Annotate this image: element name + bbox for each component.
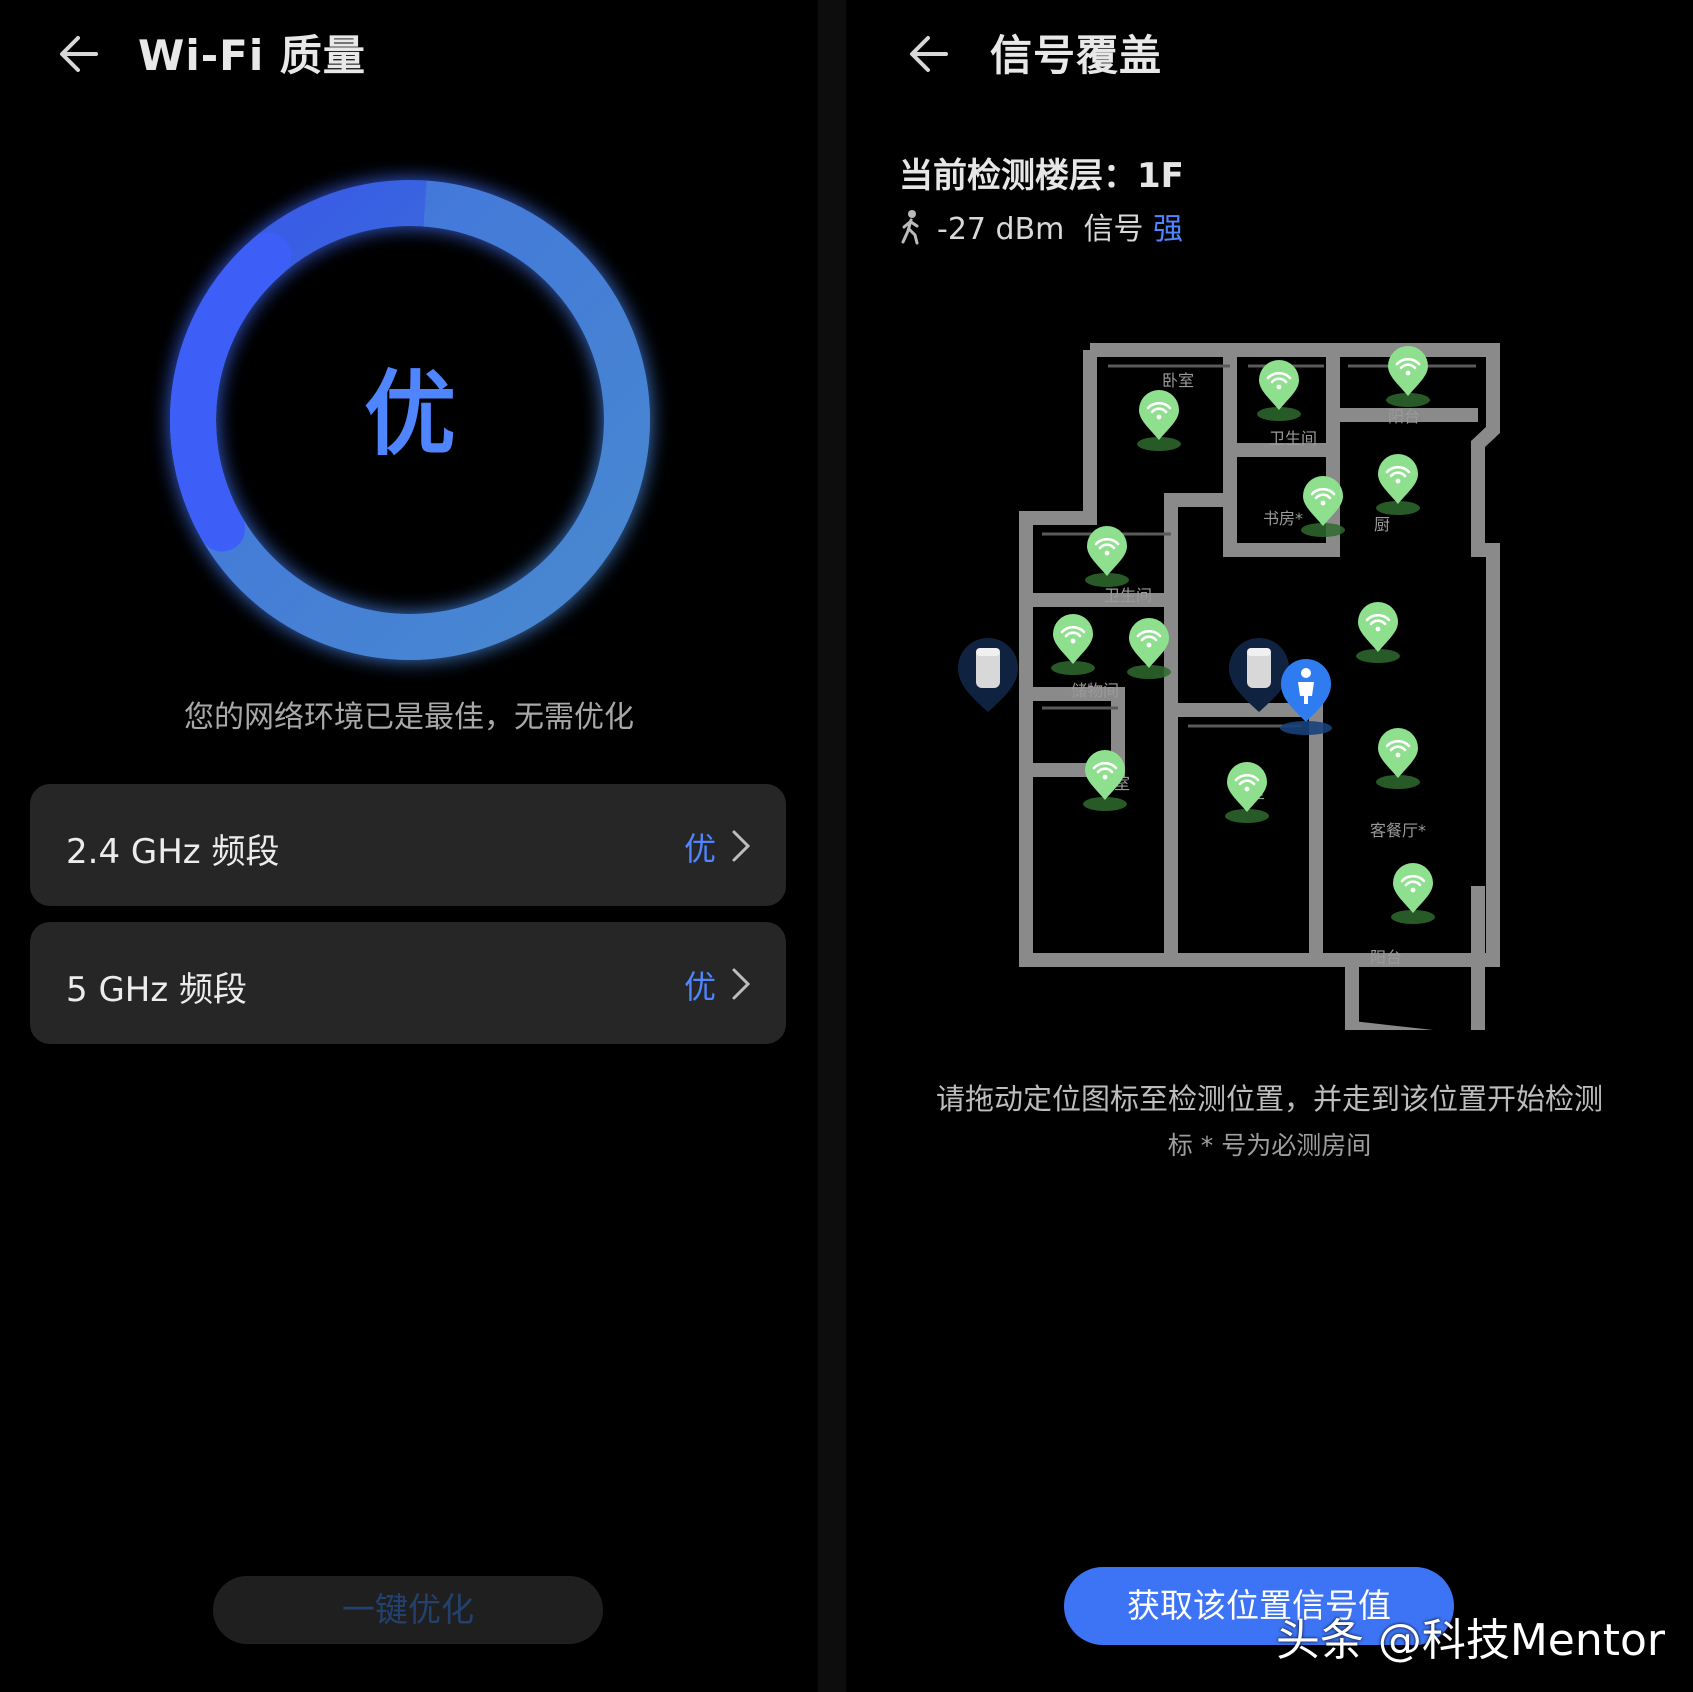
router-pin[interactable] xyxy=(1229,638,1289,712)
wifi-signal-pin[interactable] xyxy=(1223,760,1271,825)
wifi-signal-pin[interactable] xyxy=(1389,861,1437,926)
wifi-signal-pin[interactable] xyxy=(1384,344,1432,409)
wifi-signal-pin[interactable] xyxy=(1299,474,1347,539)
room-label: 书房* xyxy=(1263,509,1303,528)
room-label: 储物间 xyxy=(1071,681,1119,700)
wifi-signal-pin[interactable] xyxy=(1255,358,1303,423)
floor-plan-map[interactable]: 卧室 卫生间 阳台 书房* 厨 卫生间 储物间 卧室 卧室 客餐厅* 阳台 xyxy=(846,330,1693,1030)
page-title: 信号覆盖 xyxy=(990,31,1163,80)
walking-person-icon xyxy=(901,210,919,245)
wifi-signal-pin[interactable] xyxy=(1374,452,1422,517)
band-24ghz-row[interactable]: 2.4 GHz 频段 优 xyxy=(30,784,786,906)
band-grade: 优 xyxy=(683,968,716,1006)
quality-grade: 优 xyxy=(363,361,456,468)
wifi-signal-pin[interactable] xyxy=(1135,388,1183,453)
band-grade: 优 xyxy=(683,830,716,868)
room-label: 阳台 xyxy=(1370,948,1402,967)
wifi-signal-pin[interactable] xyxy=(1354,600,1402,665)
status-message: 您的网络环境已是最佳，无需优化 xyxy=(184,700,634,735)
wifi-signal-pin[interactable] xyxy=(1083,524,1131,589)
chevron-right-icon xyxy=(732,968,751,1000)
room-label: 厨 xyxy=(1374,515,1390,534)
room-label: 客餐厅* xyxy=(1370,821,1426,840)
wifi-quality-screen: Wi-Fi 质量 优 您的网络环境已是最佳，无需优化 2.4 GHz 频段 优 … xyxy=(0,0,818,1692)
current-floor-label: 当前检测楼层：1F xyxy=(899,156,1184,196)
watermark: 头条 @科技Mentor xyxy=(1275,1615,1665,1666)
back-arrow-icon[interactable] xyxy=(902,26,958,82)
room-label: 卫生间 xyxy=(1104,586,1152,605)
user-location-pin[interactable] xyxy=(1280,659,1332,735)
band-label: 5 GHz 频段 xyxy=(66,970,248,1010)
back-arrow-icon[interactable] xyxy=(52,26,108,82)
signal-label: 信号 xyxy=(1083,212,1144,247)
band-label: 2.4 GHz 频段 xyxy=(66,832,280,872)
wifi-signal-pin[interactable] xyxy=(1049,612,1097,677)
room-label: 卧室 xyxy=(1162,371,1194,390)
chevron-right-icon xyxy=(732,830,751,862)
signal-readout: -27 dBm 信号 强 xyxy=(899,204,1183,248)
page-title: Wi-Fi 质量 xyxy=(138,31,366,80)
one-click-optimize-button[interactable]: 一键优化 xyxy=(213,1576,603,1644)
drag-hint: 请拖动定位图标至检测位置，并走到该位置开始检测 xyxy=(935,1082,1603,1116)
band-5ghz-row[interactable]: 5 GHz 频段 优 xyxy=(30,922,786,1044)
wifi-signal-pin[interactable] xyxy=(1374,726,1422,791)
room-label: 阳台 xyxy=(1388,407,1420,426)
room-label: 卫生间 xyxy=(1269,429,1317,448)
panel-divider xyxy=(818,0,846,1692)
signal-coverage-screen: 信号覆盖 当前检测楼层：1F -27 dBm 信号 强 卧室 卫生间 阳台 书房… xyxy=(846,0,1693,1692)
wifi-signal-pin[interactable] xyxy=(1125,616,1173,681)
required-room-hint: 标 * 号为必测房间 xyxy=(1167,1131,1372,1160)
signal-dbm: -27 dBm xyxy=(937,212,1065,247)
router-pin[interactable] xyxy=(958,638,1018,712)
signal-strength: 强 xyxy=(1153,212,1184,247)
wifi-signal-pin[interactable] xyxy=(1081,748,1129,813)
